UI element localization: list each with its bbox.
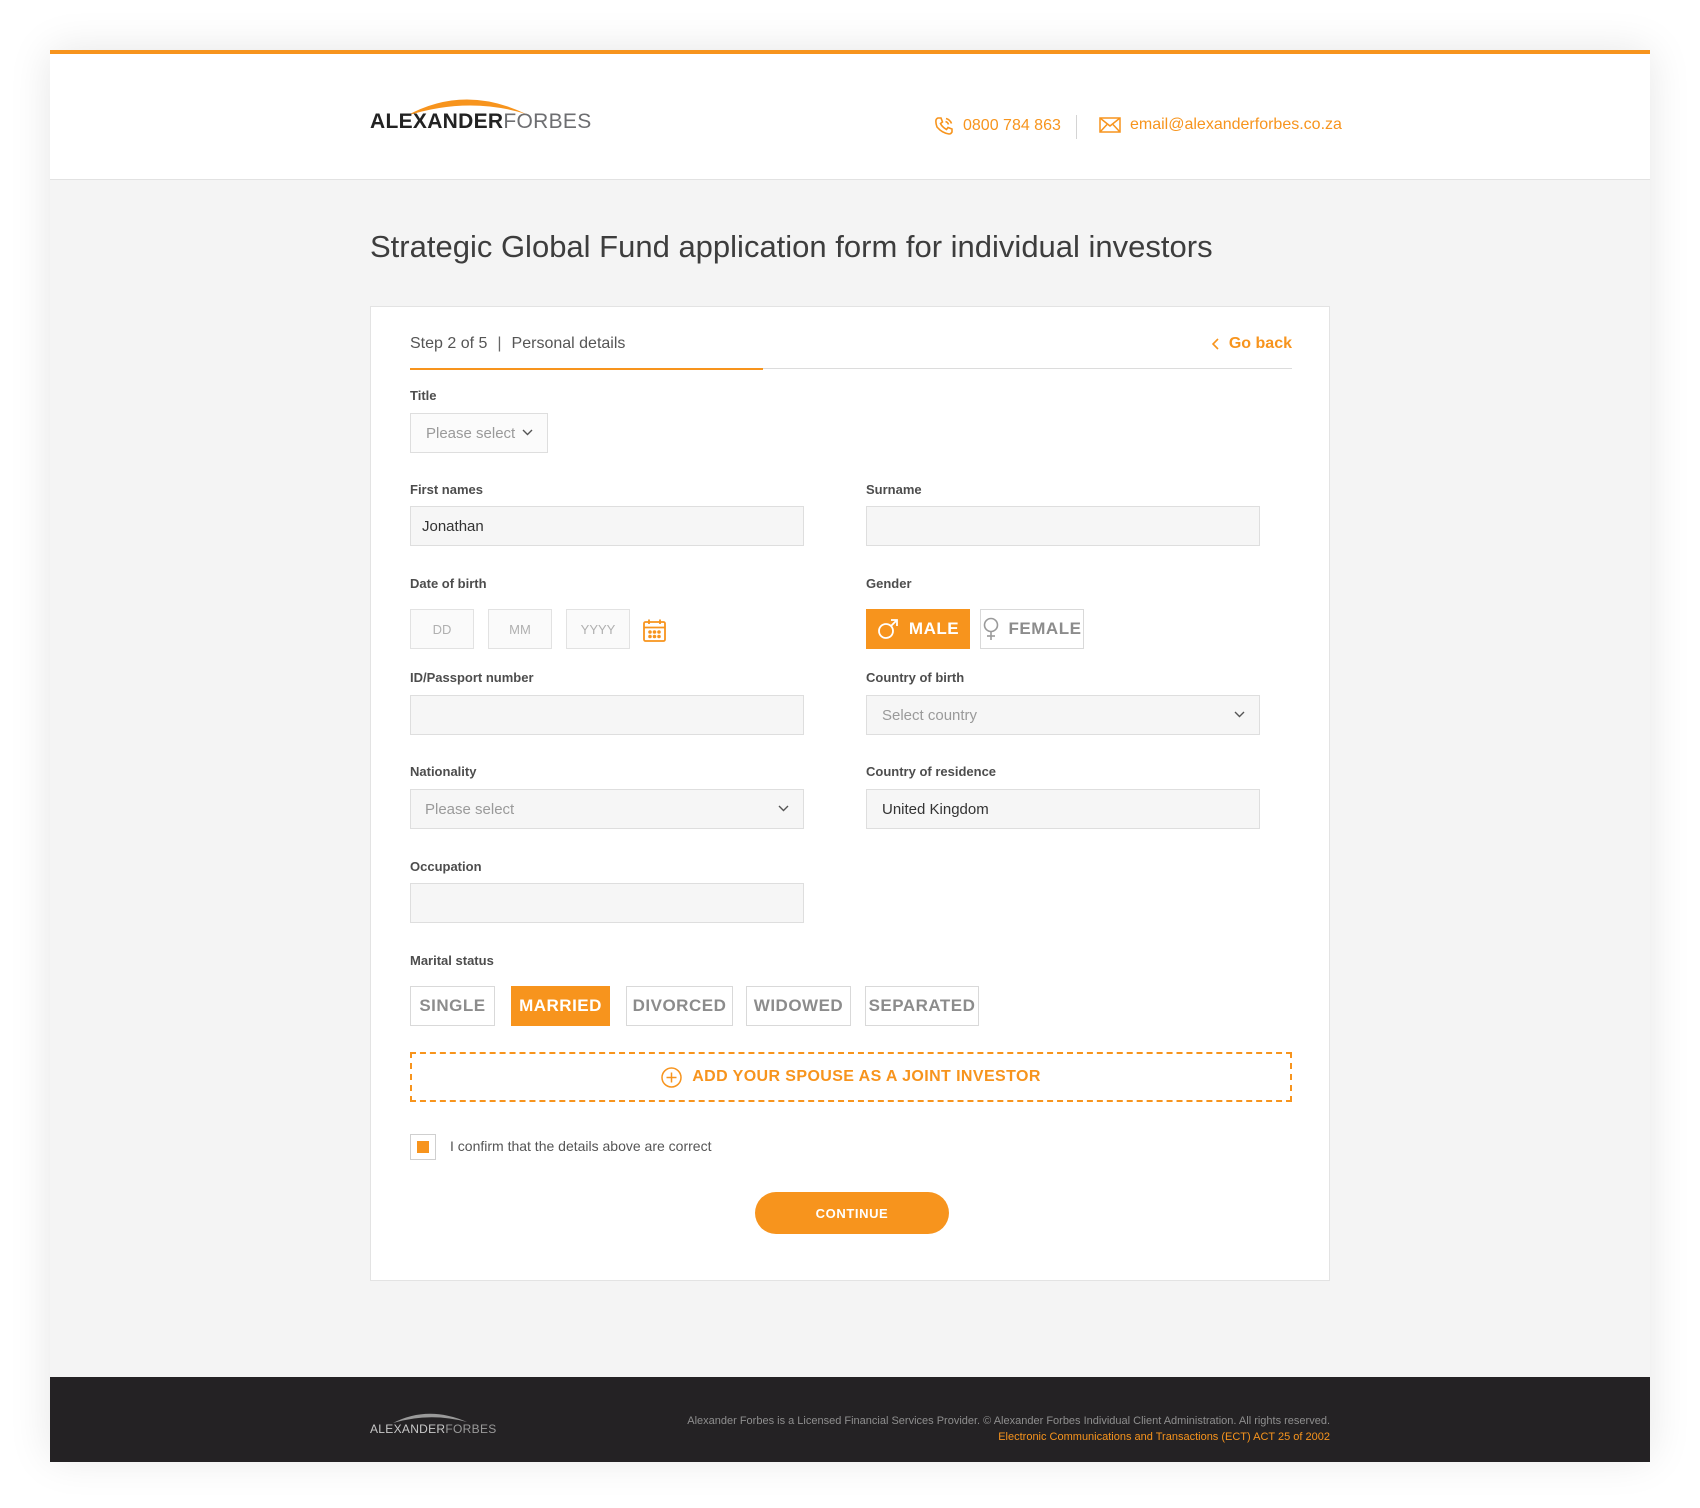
dob-label: Date of birth	[410, 576, 487, 591]
add-spouse-button[interactable]: ADD YOUR SPOUSE AS A JOINT INVESTOR	[410, 1052, 1292, 1102]
plus-circle-icon	[661, 1066, 682, 1088]
nationality-value: Please select	[425, 800, 515, 818]
footer-legal: Alexander Forbes is a Licensed Financial…	[687, 1413, 1330, 1445]
chevron-down-icon	[1234, 711, 1245, 718]
country-of-residence-label: Country of residence	[866, 764, 997, 779]
title-label: Title	[410, 388, 437, 403]
marital-status-label: Marital status	[410, 953, 494, 968]
marital-separated-button[interactable]: SEPARATED	[865, 986, 979, 1026]
male-icon	[878, 619, 898, 639]
nationality-select[interactable]: Please select	[410, 789, 804, 829]
step-progress-bar	[410, 368, 763, 370]
occupation-input[interactable]	[410, 883, 804, 923]
title-select[interactable]: Please select	[410, 413, 548, 453]
footer-logo-main: ALEXANDER	[370, 1422, 446, 1436]
id-passport-label: ID/Passport number	[410, 670, 534, 685]
calendar-icon[interactable]	[642, 618, 667, 643]
chevron-down-icon	[522, 429, 533, 436]
footer-logo[interactable]: ALEXANDERFORBES	[370, 1410, 510, 1440]
female-icon	[983, 617, 998, 640]
id-passport-input[interactable]	[410, 695, 804, 735]
email-address: email@alexanderforbes.co.za	[1130, 116, 1342, 133]
phone-link[interactable]: 0800 784 863	[934, 116, 1061, 136]
checkbox-checked-mark	[417, 1141, 429, 1153]
logo-sub-text: FORBES	[503, 110, 592, 133]
step-name: Personal details	[511, 335, 626, 352]
ect-act-link[interactable]: Electronic Communications and Transactio…	[687, 1429, 1330, 1445]
dob-year-input[interactable]: YYYY	[566, 609, 630, 649]
step-indicator: Step 2 of 5	[410, 335, 488, 352]
marital-separated-label: SEPARATED	[868, 996, 976, 1015]
marital-widowed-label: WIDOWED	[753, 996, 844, 1015]
alexander-forbes-logo[interactable]: ALEXANDERFORBES	[370, 92, 610, 142]
site-header: ALEXANDERFORBES 0800 784 863 email@alexa…	[50, 54, 1650, 180]
marital-divorced-label: DIVORCED	[632, 996, 727, 1015]
go-back-link[interactable]: Go back	[1211, 335, 1292, 353]
country-of-birth-value: Select country	[882, 706, 978, 724]
add-spouse-label: ADD YOUR SPOUSE AS A JOINT INVESTOR	[692, 1068, 1041, 1085]
marital-single-label: SINGLE	[419, 996, 486, 1015]
occupation-label: Occupation	[410, 859, 482, 874]
dob-day-input[interactable]: DD	[410, 609, 474, 649]
email-link[interactable]: email@alexanderforbes.co.za	[1099, 116, 1342, 134]
phone-number: 0800 784 863	[963, 117, 1061, 134]
first-names-input[interactable]: Jonathan	[410, 506, 804, 546]
country-of-residence-input[interactable]: United Kingdom	[866, 789, 1260, 829]
header-divider	[1076, 115, 1077, 139]
chevron-down-icon	[778, 805, 789, 812]
gender-male-label: MALE	[908, 619, 960, 638]
gender-male-button[interactable]: MALE	[866, 609, 970, 649]
logo-main-text: ALEXANDER	[370, 110, 504, 133]
gender-female-button[interactable]: FEMALE	[980, 609, 1084, 649]
go-back-label: Go back	[1228, 335, 1292, 352]
gender-label: Gender	[866, 576, 912, 591]
page-title: Strategic Global Fund application form f…	[370, 229, 1213, 264]
confirm-checkbox[interactable]	[410, 1134, 436, 1160]
gender-female-label: FEMALE	[1008, 619, 1082, 638]
first-names-label: First names	[410, 482, 483, 497]
footer-logo-sub: FORBES	[445, 1422, 497, 1436]
dob-month-input[interactable]: MM	[488, 609, 552, 649]
surname-input[interactable]	[866, 506, 1260, 546]
page-frame: ALEXANDERFORBES 0800 784 863 email@alexa…	[50, 50, 1650, 1462]
marital-single-button[interactable]: SINGLE	[410, 986, 495, 1026]
step-bar: Step 2 of 5 | Personal details Go back	[410, 333, 1292, 370]
marital-widowed-button[interactable]: WIDOWED	[746, 986, 851, 1026]
chevron-left-icon	[1211, 338, 1219, 350]
step-separator: |	[497, 335, 502, 352]
marital-married-button[interactable]: MARRIED	[511, 986, 610, 1026]
site-footer: ALEXANDERFORBES Alexander Forbes is a Li…	[50, 1377, 1650, 1462]
phone-icon	[935, 117, 953, 135]
nationality-label: Nationality	[410, 764, 477, 779]
marital-married-label: MARRIED	[519, 996, 602, 1015]
continue-button[interactable]: CONTINUE	[755, 1192, 949, 1234]
mail-icon	[1099, 117, 1121, 133]
title-select-value: Please select	[426, 424, 516, 442]
marital-divorced-button[interactable]: DIVORCED	[626, 986, 733, 1026]
country-of-birth-label: Country of birth	[866, 670, 965, 685]
form-card: Step 2 of 5 | Personal details Go back Tit…	[370, 306, 1330, 1281]
legal-notice: Alexander Forbes is a Licensed Financial…	[687, 1415, 1330, 1427]
confirm-label: I confirm that the details above are cor…	[450, 1138, 712, 1154]
surname-label: Surname	[866, 482, 922, 497]
country-of-birth-select[interactable]: Select country	[866, 695, 1260, 735]
